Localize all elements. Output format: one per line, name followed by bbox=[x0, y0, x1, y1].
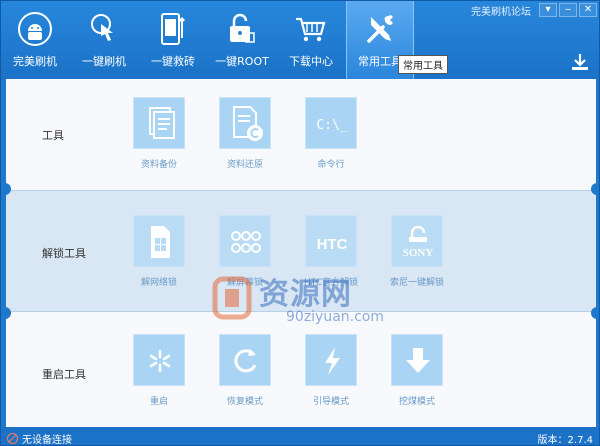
htc-icon: HTC bbox=[305, 215, 357, 267]
tool-restore[interactable]: 资料还原 bbox=[219, 97, 271, 170]
document-restore-icon bbox=[219, 97, 271, 149]
nav-item-root[interactable]: 一键ROOT bbox=[208, 1, 276, 79]
touch-icon bbox=[86, 11, 122, 47]
sony-glyph: SONY bbox=[403, 247, 434, 259]
nav-label: 完美刷机 bbox=[13, 55, 57, 68]
nav-item-one-click-flash[interactable]: 一键刷机 bbox=[70, 1, 138, 79]
tools-panel: 工具 资料备份 资料还原 C:\_ 命令行 解锁工具 解网络锁 解屏幕锁 HTC… bbox=[1, 79, 599, 427]
tool-label: 恢复模式 bbox=[226, 397, 263, 407]
tool-sony-unlock[interactable]: SONY 索尼一键解锁 bbox=[390, 215, 444, 288]
tool-label: 资料还原 bbox=[226, 160, 263, 170]
section-divider-handle bbox=[591, 307, 599, 319]
nav-item-unbrick[interactable]: 一键救砖 bbox=[139, 1, 207, 79]
section-divider-handle bbox=[591, 183, 599, 195]
tool-command-line[interactable]: C:\_ 命令行 bbox=[305, 97, 357, 170]
minimize-button[interactable]: ‒ bbox=[559, 3, 577, 17]
tooltip: 常用工具 bbox=[398, 55, 448, 74]
section-title: 工具 bbox=[42, 129, 64, 142]
no-device-icon bbox=[7, 433, 18, 444]
tool-screen-unlock[interactable]: 解屏幕锁 bbox=[219, 215, 271, 288]
watermark-text: 资源网 bbox=[259, 277, 352, 312]
download-arrow-icon bbox=[391, 334, 443, 386]
tool-label: 重启 bbox=[149, 397, 168, 407]
restart-icon bbox=[133, 334, 185, 386]
terminal-icon: C:\_ bbox=[305, 97, 357, 149]
main-nav: 完美刷机 一键刷机 一键救砖 一键ROOT 下载中心 常用工具 bbox=[1, 1, 415, 79]
tool-network-unlock[interactable]: 解网络锁 bbox=[133, 215, 185, 288]
tool-label: 解网络锁 bbox=[140, 278, 177, 288]
watermark-sub: 90ziyuan.com bbox=[286, 309, 385, 325]
tool-recovery-mode[interactable]: 恢复模式 bbox=[219, 334, 271, 407]
tool-backup[interactable]: 资料备份 bbox=[133, 97, 185, 170]
terminal-glyph: C:\_ bbox=[316, 118, 347, 133]
nav-label: 一键救砖 bbox=[151, 55, 195, 68]
document-backup-icon bbox=[133, 97, 185, 149]
watermark: 资源网 90ziyuan.com bbox=[211, 269, 401, 339]
keypad-icon bbox=[219, 215, 271, 267]
close-button[interactable]: ✕ bbox=[579, 3, 597, 17]
unlock-icon bbox=[224, 11, 260, 47]
section-tools: 工具 资料备份 资料还原 C:\_ 命令行 bbox=[6, 79, 596, 190]
tool-download-mode[interactable]: 挖煤模式 bbox=[391, 334, 443, 407]
section-title: 解锁工具 bbox=[42, 247, 86, 260]
tools-icon bbox=[363, 11, 399, 47]
status-bar: 无设备连接 版本：2.7.4 bbox=[1, 427, 599, 446]
menu-dropdown-button[interactable]: ▾ bbox=[539, 3, 557, 17]
version-label: 版本：2.7.4 bbox=[537, 435, 593, 446]
phone-repair-icon bbox=[155, 11, 191, 47]
section-title: 重启工具 bbox=[42, 368, 86, 381]
watermark-logo-icon bbox=[212, 276, 252, 320]
tool-bootloader-mode[interactable]: 引导模式 bbox=[305, 334, 357, 407]
window-controls: ▾ ‒ ✕ bbox=[539, 3, 597, 17]
android-icon bbox=[17, 11, 53, 47]
tool-label: 命令行 bbox=[317, 160, 345, 170]
nav-item-perfect-flash[interactable]: 完美刷机 bbox=[1, 1, 69, 79]
connection-text: 无设备连接 bbox=[22, 435, 72, 446]
recovery-icon bbox=[219, 334, 271, 386]
nav-label: 一键ROOT bbox=[215, 55, 269, 68]
connection-status: 无设备连接 bbox=[7, 431, 72, 446]
tool-label: 引导模式 bbox=[312, 397, 349, 407]
bolt-icon bbox=[305, 334, 357, 386]
tool-label: 资料备份 bbox=[140, 160, 177, 170]
sim-card-icon bbox=[133, 215, 185, 267]
forum-link[interactable]: 完美刷机论坛 bbox=[471, 3, 531, 18]
cart-icon bbox=[293, 11, 329, 47]
htc-glyph: HTC bbox=[317, 236, 348, 253]
toolbar: 完美刷机 一键刷机 一键救砖 一键ROOT 下载中心 常用工具 完美刷机论坛 ▾… bbox=[1, 1, 599, 79]
nav-label: 一键刷机 bbox=[82, 55, 126, 68]
sony-icon: SONY bbox=[391, 215, 443, 267]
nav-item-download-center[interactable]: 下载中心 bbox=[277, 1, 345, 79]
tool-label: 挖煤模式 bbox=[398, 397, 435, 407]
tool-restart[interactable]: 重启 bbox=[133, 334, 185, 407]
tool-htc-unlock[interactable]: HTC HTC官方解锁 bbox=[304, 215, 358, 288]
app-window: 完美刷机 一键刷机 一键救砖 一键ROOT 下载中心 常用工具 完美刷机论坛 ▾… bbox=[0, 0, 600, 446]
download-icon[interactable] bbox=[571, 53, 589, 71]
nav-label: 下载中心 bbox=[289, 55, 333, 68]
